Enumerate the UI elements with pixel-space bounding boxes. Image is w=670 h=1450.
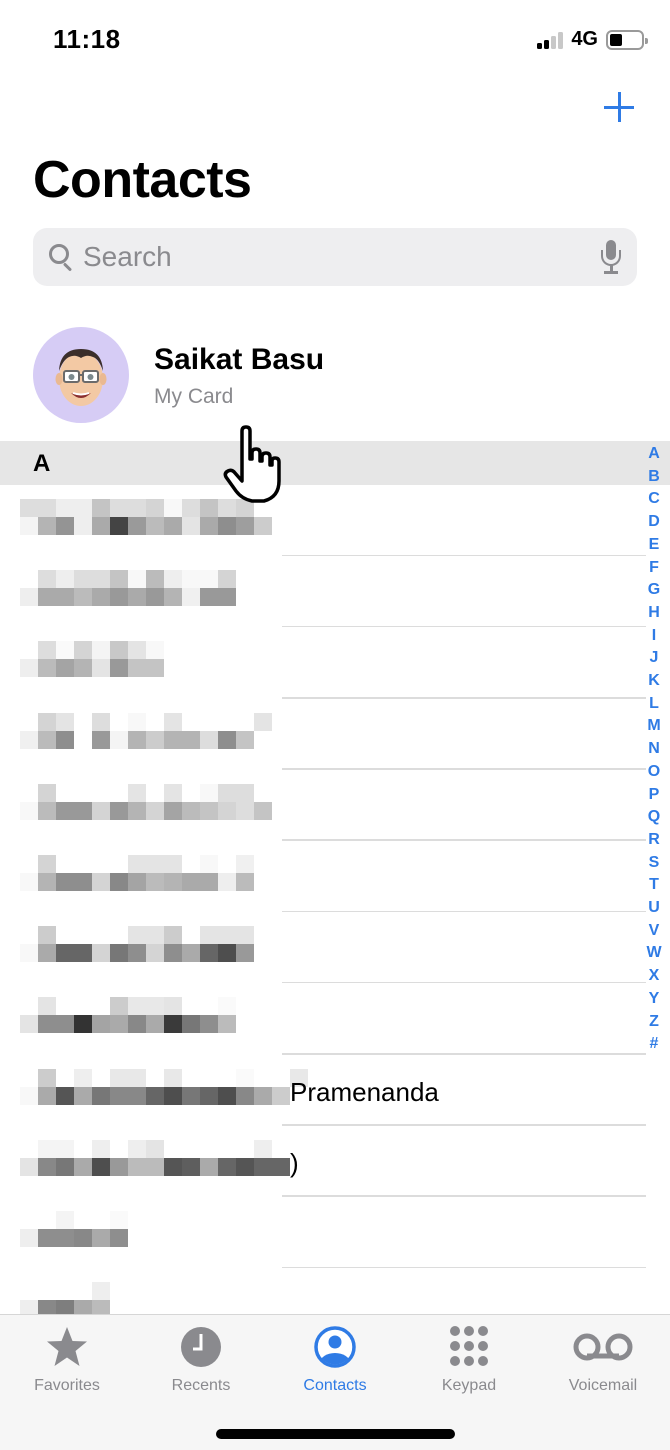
redacted-contact-name bbox=[20, 499, 272, 543]
contact-row[interactable] bbox=[0, 627, 646, 699]
my-card-subtitle: My Card bbox=[154, 385, 234, 408]
person-circle-icon bbox=[311, 1325, 359, 1369]
status-bar: 11:18 4G bbox=[0, 0, 670, 80]
contact-row[interactable] bbox=[0, 983, 646, 1055]
contact-name-visible: Pramenanda bbox=[290, 1076, 439, 1107]
index-letter[interactable]: X bbox=[649, 965, 660, 988]
my-card-name: Saikat Basu bbox=[154, 343, 325, 376]
search-bar[interactable] bbox=[33, 228, 637, 286]
index-letter[interactable]: B bbox=[648, 466, 660, 489]
redacted-contact-name bbox=[20, 1068, 308, 1113]
tab-keypad[interactable]: Keypad bbox=[402, 1325, 536, 1401]
redacted-contact-name bbox=[20, 641, 164, 685]
index-letter[interactable]: L bbox=[649, 693, 659, 716]
index-letter[interactable]: N bbox=[648, 738, 660, 761]
index-letter[interactable]: V bbox=[649, 920, 660, 943]
contact-row[interactable] bbox=[0, 1197, 646, 1269]
index-letter[interactable]: W bbox=[646, 942, 661, 965]
index-letter[interactable]: F bbox=[649, 557, 659, 580]
battery-icon bbox=[606, 29, 648, 50]
index-letter[interactable]: Y bbox=[649, 988, 660, 1011]
contact-row[interactable]: ) bbox=[0, 1126, 646, 1197]
index-letter[interactable]: H bbox=[648, 602, 660, 625]
index-letter[interactable]: G bbox=[648, 579, 660, 602]
index-letter[interactable]: P bbox=[649, 784, 660, 807]
star-icon bbox=[43, 1325, 91, 1369]
tab-contacts[interactable]: Contacts bbox=[268, 1325, 402, 1401]
index-letter[interactable]: O bbox=[648, 761, 660, 784]
redacted-contact-name bbox=[20, 926, 254, 970]
tab-label: Keypad bbox=[441, 1377, 497, 1394]
status-time: 11:18 bbox=[53, 24, 121, 54]
search-icon bbox=[47, 242, 77, 272]
contact-row[interactable] bbox=[0, 699, 646, 770]
index-letter[interactable]: M bbox=[647, 715, 660, 738]
tab-label: Contacts bbox=[303, 1377, 367, 1394]
index-letter[interactable]: D bbox=[648, 511, 660, 534]
microphone-icon[interactable] bbox=[599, 240, 623, 274]
index-letter[interactable]: Q bbox=[648, 806, 660, 829]
voicemail-icon bbox=[571, 1325, 635, 1369]
redacted-contact-name bbox=[20, 712, 272, 757]
section-letter: A bbox=[33, 450, 51, 477]
contact-list: Pramenanda) bbox=[0, 485, 646, 1340]
tab-voicemail[interactable]: Voicemail bbox=[536, 1325, 670, 1401]
index-letter[interactable]: A bbox=[648, 443, 660, 466]
add-contact-button[interactable] bbox=[602, 90, 636, 124]
contact-row[interactable] bbox=[0, 485, 646, 557]
network-type: 4G bbox=[571, 28, 598, 50]
redacted-contact-name bbox=[20, 783, 272, 828]
index-letter[interactable]: J bbox=[650, 647, 659, 670]
search-input[interactable] bbox=[77, 241, 599, 273]
my-card[interactable]: Saikat Basu My Card bbox=[0, 315, 670, 435]
tab-label: Voicemail bbox=[568, 1377, 638, 1394]
contact-row[interactable] bbox=[0, 841, 646, 913]
index-letter[interactable]: K bbox=[648, 670, 660, 693]
tab-label: Recents bbox=[171, 1377, 231, 1394]
alphabet-index[interactable]: A B C D E F G H I J K L M N O P Q R S T U V W X Y Z # bbox=[642, 443, 666, 1056]
contact-row[interactable] bbox=[0, 770, 646, 841]
index-letter[interactable]: U bbox=[648, 897, 660, 920]
tab-recents[interactable]: Recents bbox=[134, 1325, 268, 1401]
redacted-contact-name bbox=[20, 570, 236, 614]
avatar bbox=[33, 327, 129, 423]
index-letter[interactable]: C bbox=[648, 488, 660, 511]
redacted-contact-name bbox=[20, 997, 236, 1041]
index-letter[interactable]: E bbox=[649, 534, 660, 557]
index-letter[interactable]: # bbox=[650, 1033, 659, 1056]
clock-icon bbox=[177, 1325, 225, 1369]
contact-row[interactable] bbox=[0, 556, 646, 628]
tab-label: Favorites bbox=[34, 1377, 100, 1394]
page-title: Contacts bbox=[33, 151, 252, 209]
index-letter[interactable]: I bbox=[652, 625, 656, 648]
section-header: A bbox=[0, 441, 670, 485]
redacted-contact-name bbox=[20, 1210, 128, 1255]
index-letter[interactable]: T bbox=[649, 874, 659, 897]
index-letter[interactable]: Z bbox=[649, 1011, 659, 1034]
status-indicators: 4G bbox=[537, 28, 648, 51]
home-indicator[interactable] bbox=[216, 1429, 455, 1439]
memoji-avatar-icon bbox=[55, 349, 107, 406]
redacted-contact-name bbox=[20, 1139, 290, 1184]
index-letter[interactable]: R bbox=[648, 829, 660, 852]
tab-favorites[interactable]: Favorites bbox=[0, 1325, 134, 1401]
keypad-icon bbox=[445, 1325, 493, 1369]
contact-row[interactable]: Pramenanda bbox=[0, 1055, 646, 1126]
contact-row[interactable] bbox=[0, 912, 646, 984]
index-letter[interactable]: S bbox=[649, 852, 660, 875]
contact-name-visible: ) bbox=[290, 1147, 299, 1178]
redacted-contact-name bbox=[20, 854, 254, 899]
cellular-signal-icon bbox=[537, 31, 564, 49]
